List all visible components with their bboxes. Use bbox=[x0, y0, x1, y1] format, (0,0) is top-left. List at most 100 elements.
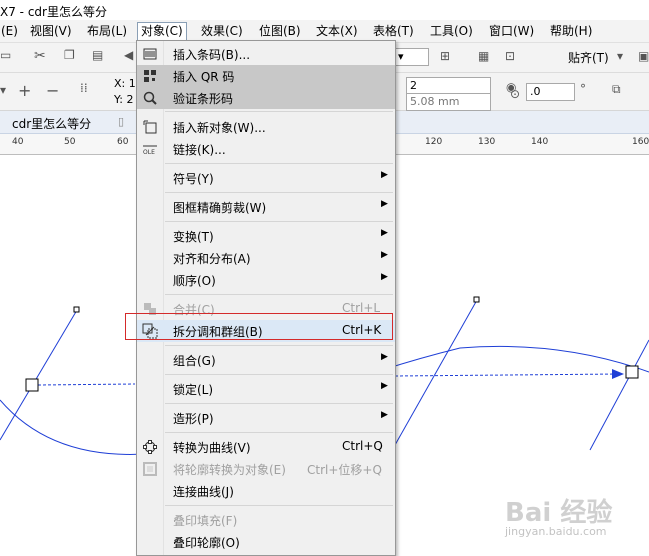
menu-table[interactable]: 表格(T) bbox=[370, 23, 417, 40]
submenu-arrow-icon: ▶ bbox=[381, 272, 388, 282]
menu-separator bbox=[165, 111, 393, 112]
menu-item-align-distribute[interactable]: 对齐和分布(A) ▶ bbox=[137, 247, 395, 269]
menu-help[interactable]: 帮助(H) bbox=[547, 23, 595, 40]
middle-line[interactable] bbox=[394, 299, 478, 446]
menu-item-label: 符号(Y) bbox=[173, 172, 214, 186]
menu-text[interactable]: 文本(X) bbox=[313, 23, 361, 40]
menu-item-transform[interactable]: 变换(T) ▶ bbox=[137, 225, 395, 247]
menu-object[interactable]: 对象(C) bbox=[137, 22, 187, 40]
menu-item-order[interactable]: 顺序(O) ▶ bbox=[137, 269, 395, 291]
menu-item-join-curves[interactable]: 连接曲线(J) bbox=[137, 480, 395, 502]
menu-item-outline-to-object[interactable]: 将轮廓转换为对象(E) Ctrl+位移+Q bbox=[137, 458, 395, 480]
menu-layout[interactable]: 布局(L) bbox=[84, 23, 130, 40]
magnifier-icon bbox=[143, 91, 157, 105]
menu-edit[interactable]: (E) bbox=[0, 23, 21, 40]
menu-item-validate-barcode[interactable]: 验证条形码 bbox=[137, 87, 395, 109]
guidelines-icon[interactable]: ⊡ bbox=[505, 49, 515, 63]
menu-item-label: 造形(P) bbox=[173, 412, 214, 426]
spacing-input[interactable]: 5.08 mm bbox=[406, 93, 491, 111]
menu-view[interactable]: 视图(V) bbox=[27, 23, 75, 40]
color-blend-icon[interactable]: ⊙ bbox=[510, 87, 520, 101]
save-icon[interactable]: ▭ bbox=[0, 48, 11, 62]
menu-item-label: 插入条码(B)... bbox=[173, 48, 251, 62]
qr-code-icon bbox=[144, 70, 156, 82]
menu-item-powerclip[interactable]: 图框精确剪裁(W) ▶ bbox=[137, 196, 395, 218]
menu-item-lock[interactable]: 锁定(L) ▶ bbox=[137, 378, 395, 400]
document-tab[interactable]: cdr里怎么等分 bbox=[12, 115, 91, 132]
menu-item-shortcut: Ctrl+位移+Q bbox=[307, 463, 382, 477]
menu-separator bbox=[165, 505, 393, 506]
right-line[interactable] bbox=[589, 339, 649, 451]
menu-separator bbox=[165, 432, 393, 433]
cut-icon[interactable]: ✂ bbox=[34, 48, 46, 64]
ruler-tick: 60 bbox=[117, 137, 129, 147]
options-icon[interactable]: ▣ bbox=[638, 49, 649, 63]
menu-separator bbox=[165, 374, 393, 375]
x-position-label: X: 1 bbox=[114, 77, 136, 90]
control-handle[interactable] bbox=[73, 306, 80, 313]
insert-object-icon bbox=[143, 120, 157, 134]
title-bar: X7 - cdr里怎么等分 bbox=[0, 0, 649, 20]
menu-item-shaping[interactable]: 造形(P) ▶ bbox=[137, 407, 395, 429]
chevron-down-icon[interactable]: ▾ bbox=[0, 83, 6, 97]
menu-item-label: 变换(T) bbox=[173, 230, 214, 244]
paste-icon[interactable]: ▤ bbox=[92, 48, 103, 62]
ruler-tick: 120 bbox=[425, 137, 443, 147]
full-screen-icon[interactable]: ⊞ bbox=[440, 49, 450, 63]
ruler-tick: 140 bbox=[531, 137, 549, 147]
snap-to-dropdown[interactable]: 贴齐(T) bbox=[568, 49, 609, 66]
menu-tools[interactable]: 工具(O) bbox=[427, 23, 476, 40]
menu-separator bbox=[165, 294, 393, 295]
menu-item-label: 插入 QR 码 bbox=[173, 70, 235, 84]
menu-item-label: 锁定(L) bbox=[173, 383, 214, 397]
menu-item-label: 将轮廓转换为对象(E) bbox=[173, 463, 286, 477]
menu-item-insert-new-object[interactable]: 插入新对象(W)... bbox=[137, 116, 395, 138]
object-origin-icon[interactable]: ⁞⁞ bbox=[80, 81, 88, 95]
copy-blend-icon[interactable]: ⧉ bbox=[612, 82, 621, 97]
menu-item-group[interactable]: 组合(G) ▶ bbox=[137, 349, 395, 371]
copy-icon[interactable]: ❐ bbox=[64, 48, 75, 62]
menu-item-links[interactable]: OLE 链接(K)... bbox=[137, 138, 395, 160]
menu-item-label: 顺序(O) bbox=[173, 274, 216, 288]
menu-window[interactable]: 窗口(W) bbox=[486, 23, 537, 40]
outline-object-icon bbox=[143, 462, 157, 476]
submenu-arrow-icon: ▶ bbox=[381, 199, 388, 209]
tab-restore-icon[interactable]: ▯ bbox=[118, 115, 124, 128]
grid-icon[interactable]: ▦ bbox=[478, 49, 489, 63]
menu-item-symbol[interactable]: 符号(Y) ▶ bbox=[137, 167, 395, 189]
undo-icon[interactable]: ◀ bbox=[124, 48, 133, 62]
watermark-url: jingyan.baidu.com bbox=[505, 525, 607, 538]
menu-item-label: 图框精确剪裁(W) bbox=[173, 201, 267, 215]
zoom-dropdown[interactable]: ▾ bbox=[394, 48, 429, 66]
menu-separator bbox=[165, 163, 393, 164]
menu-item-overprint-outline[interactable]: 叠印轮廓(O) bbox=[137, 531, 395, 553]
menu-separator bbox=[165, 345, 393, 346]
menu-separator bbox=[165, 192, 393, 193]
menu-separator bbox=[165, 221, 393, 222]
barcode-icon bbox=[143, 48, 157, 60]
menu-effects[interactable]: 效果(C) bbox=[198, 23, 246, 40]
menu-separator bbox=[165, 403, 393, 404]
chevron-down-icon[interactable]: ▾ bbox=[617, 49, 623, 63]
control-handle[interactable] bbox=[473, 296, 480, 303]
end-node-handle[interactable] bbox=[625, 365, 639, 379]
submenu-arrow-icon: ▶ bbox=[381, 250, 388, 260]
left-line[interactable] bbox=[0, 309, 78, 441]
add-icon[interactable]: + bbox=[18, 81, 31, 100]
remove-icon[interactable]: − bbox=[46, 81, 59, 100]
menu-item-insert-qr[interactable]: 插入 QR 码 bbox=[137, 65, 395, 87]
svg-text:OLE: OLE bbox=[143, 149, 155, 156]
start-node-handle[interactable] bbox=[25, 378, 39, 392]
convert-curves-icon bbox=[143, 440, 157, 454]
menu-item-convert-to-curves[interactable]: 转换为曲线(V) Ctrl+Q bbox=[137, 436, 395, 458]
menu-bitmaps[interactable]: 位图(B) bbox=[256, 23, 304, 40]
ruler-tick: 40 bbox=[12, 137, 24, 147]
object-menu-dropdown: 插入条码(B)... 插入 QR 码 验证条形码 插入新对象(W)... OLE… bbox=[136, 40, 396, 556]
ruler-tick: 160 bbox=[632, 137, 649, 147]
menu-item-label: 链接(K)... bbox=[173, 143, 226, 157]
menu-item-overprint-fill[interactable]: 叠印填充(F) bbox=[137, 509, 395, 531]
ole-link-icon: OLE bbox=[143, 145, 157, 156]
angle-input[interactable]: .0 bbox=[526, 83, 575, 101]
arrow-head-icon bbox=[612, 369, 624, 379]
menu-item-insert-barcode[interactable]: 插入条码(B)... bbox=[137, 43, 395, 65]
